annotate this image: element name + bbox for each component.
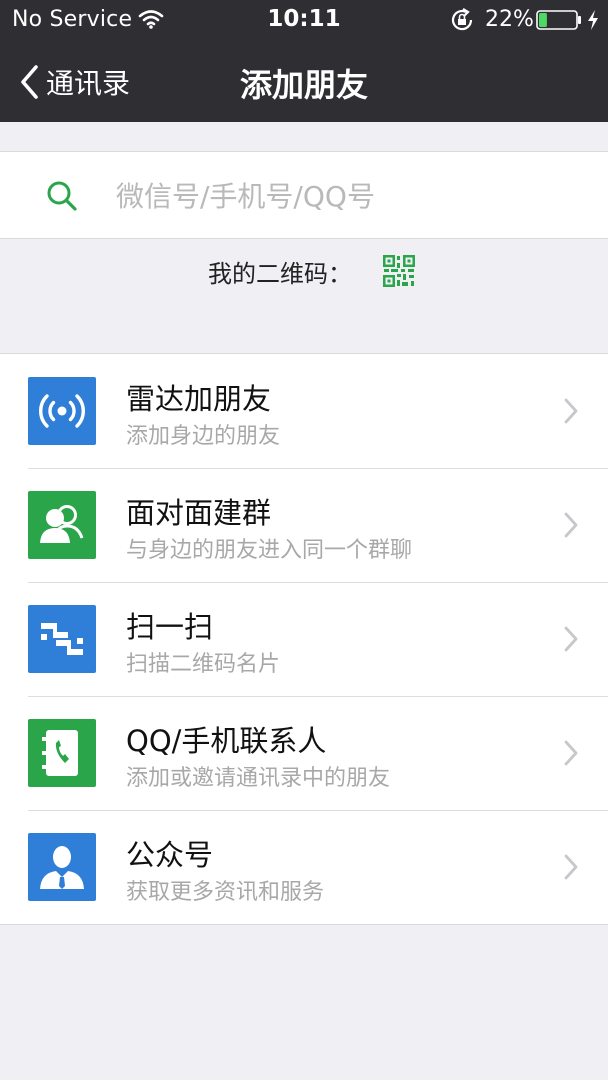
radar-icon — [28, 377, 96, 445]
my-qr-code-row[interactable]: 我的二维码： — [0, 248, 608, 294]
add-friend-options-list: 雷达加朋友 添加身边的朋友 面对面建群 与身边的朋友进入同一个群聊 扫一扫 扫描… — [0, 353, 608, 925]
group-icon — [28, 491, 96, 559]
scan-icon — [28, 605, 96, 673]
item-title: 雷达加朋友 — [126, 382, 272, 416]
radar-add-friends-item[interactable]: 雷达加朋友 添加身边的朋友 — [0, 354, 608, 468]
chevron-right-icon — [564, 740, 578, 766]
navigation-bar: 通讯录 添加朋友 — [0, 44, 608, 122]
item-subtitle: 获取更多资讯和服务 — [126, 880, 325, 905]
battery-icon — [536, 10, 581, 30]
item-subtitle: 与身边的朋友进入同一个群聊 — [126, 538, 413, 563]
item-subtitle: 扫描二维码名片 — [126, 652, 281, 677]
item-title: QQ/手机联系人 — [126, 724, 327, 758]
battery-percent: 22% — [485, 7, 534, 32]
search-input[interactable] — [116, 172, 576, 220]
qr-code-icon — [383, 255, 415, 287]
item-title: 面对面建群 — [126, 496, 272, 530]
contacts-book-icon — [28, 719, 96, 787]
search-bar — [0, 151, 608, 239]
face-to-face-group-item[interactable]: 面对面建群 与身边的朋友进入同一个群聊 — [0, 468, 608, 582]
chevron-right-icon — [564, 854, 578, 880]
chevron-right-icon — [564, 512, 578, 538]
page-title: 添加朋友 — [239, 66, 368, 104]
charging-bolt-icon — [588, 10, 598, 30]
item-title: 扫一扫 — [126, 610, 214, 644]
official-account-icon — [28, 833, 96, 901]
item-title: 公众号 — [126, 838, 214, 872]
official-accounts-item[interactable]: 公众号 获取更多资讯和服务 — [0, 810, 608, 924]
status-bar: No Service 10:11 22% — [0, 0, 608, 40]
chevron-right-icon — [564, 398, 578, 424]
my-qr-code-label: 我的二维码： — [208, 259, 352, 288]
item-subtitle: 添加或邀请通讯录中的朋友 — [126, 766, 391, 791]
chevron-right-icon — [564, 626, 578, 652]
item-subtitle: 添加身边的朋友 — [126, 424, 281, 449]
top-bar: No Service 10:11 22% 通讯录 添加朋友 — [0, 0, 608, 122]
rotation-lock-icon — [451, 8, 473, 31]
scan-item[interactable]: 扫一扫 扫描二维码名片 — [0, 582, 608, 696]
qq-phone-contacts-item[interactable]: QQ/手机联系人 添加或邀请通讯录中的朋友 — [0, 696, 608, 810]
search-icon — [47, 181, 77, 211]
